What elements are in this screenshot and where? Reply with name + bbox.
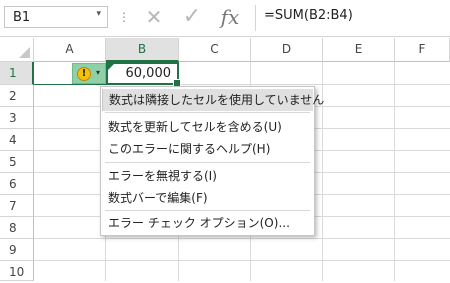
name-box-value: B1 (13, 10, 31, 25)
menu-item-update-formula[interactable]: 数式を更新してセルを含める(U) (102, 116, 313, 138)
chevron-down-icon: ▾ (96, 68, 101, 77)
warning-icon: ! (77, 67, 91, 81)
menu-item-error-check-options[interactable]: エラー チェック オプション(O)... (102, 212, 313, 234)
column-header-f[interactable]: F (395, 38, 450, 62)
gridline (34, 260, 450, 261)
row-header-5[interactable]: 5 (0, 151, 34, 173)
formula-separator (255, 5, 256, 31)
formula-bar: B1 ▾ ⋮ ✕ ✓ fx =SUM(B2:B4) (0, 0, 450, 37)
select-all-icon (19, 47, 30, 58)
active-cell-b1[interactable]: 60,000 (106, 62, 181, 87)
row-header-4[interactable]: 4 (0, 129, 34, 151)
select-all-button[interactable] (0, 38, 34, 62)
menu-item-help[interactable]: このエラーに関するヘルプ(H) (102, 138, 313, 160)
row-header-3[interactable]: 3 (0, 107, 34, 129)
cancel-icon[interactable]: ✕ (140, 5, 168, 29)
row-header-8[interactable]: 8 (0, 217, 34, 239)
menu-separator (105, 112, 310, 113)
column-header-d[interactable]: D (251, 38, 323, 62)
gridline (34, 238, 450, 239)
row-header-2[interactable]: 2 (0, 85, 34, 107)
column-header-a[interactable]: A (34, 38, 106, 62)
drag-handle-icon[interactable]: ⋮ (118, 7, 130, 27)
row-header-9[interactable]: 9 (0, 239, 34, 261)
row-header-1[interactable]: 1 (0, 62, 34, 85)
error-indicator-icon (108, 64, 114, 70)
row-header-10[interactable]: 10 (0, 261, 34, 281)
error-smart-tag-button[interactable]: ! ▾ (72, 63, 106, 84)
menu-separator (105, 210, 310, 211)
menu-item-error-description[interactable]: 数式は隣接したセルを使用していません (102, 89, 324, 111)
column-header-e[interactable]: E (323, 38, 395, 62)
name-box[interactable]: B1 ▾ (4, 6, 108, 28)
error-check-menu: 数式は隣接したセルを使用していません 数式を更新してセルを含める(U) このエラ… (100, 86, 324, 236)
formula-input[interactable]: =SUM(B2:B4) (264, 8, 353, 23)
chevron-down-icon[interactable]: ▾ (96, 9, 101, 19)
enter-icon[interactable]: ✓ (178, 5, 206, 29)
row-header-7[interactable]: 7 (0, 195, 34, 217)
menu-separator (105, 162, 310, 163)
cell-value: 60,000 (125, 66, 172, 81)
insert-function-icon[interactable]: fx (216, 5, 244, 29)
column-header-c[interactable]: C (179, 38, 251, 62)
menu-item-ignore-error[interactable]: エラーを無視する(I) (102, 165, 313, 187)
row-header-6[interactable]: 6 (0, 173, 34, 195)
menu-item-edit-in-formula-bar[interactable]: 数式バーで編集(F) (102, 187, 313, 209)
column-header-b[interactable]: B (106, 38, 179, 62)
